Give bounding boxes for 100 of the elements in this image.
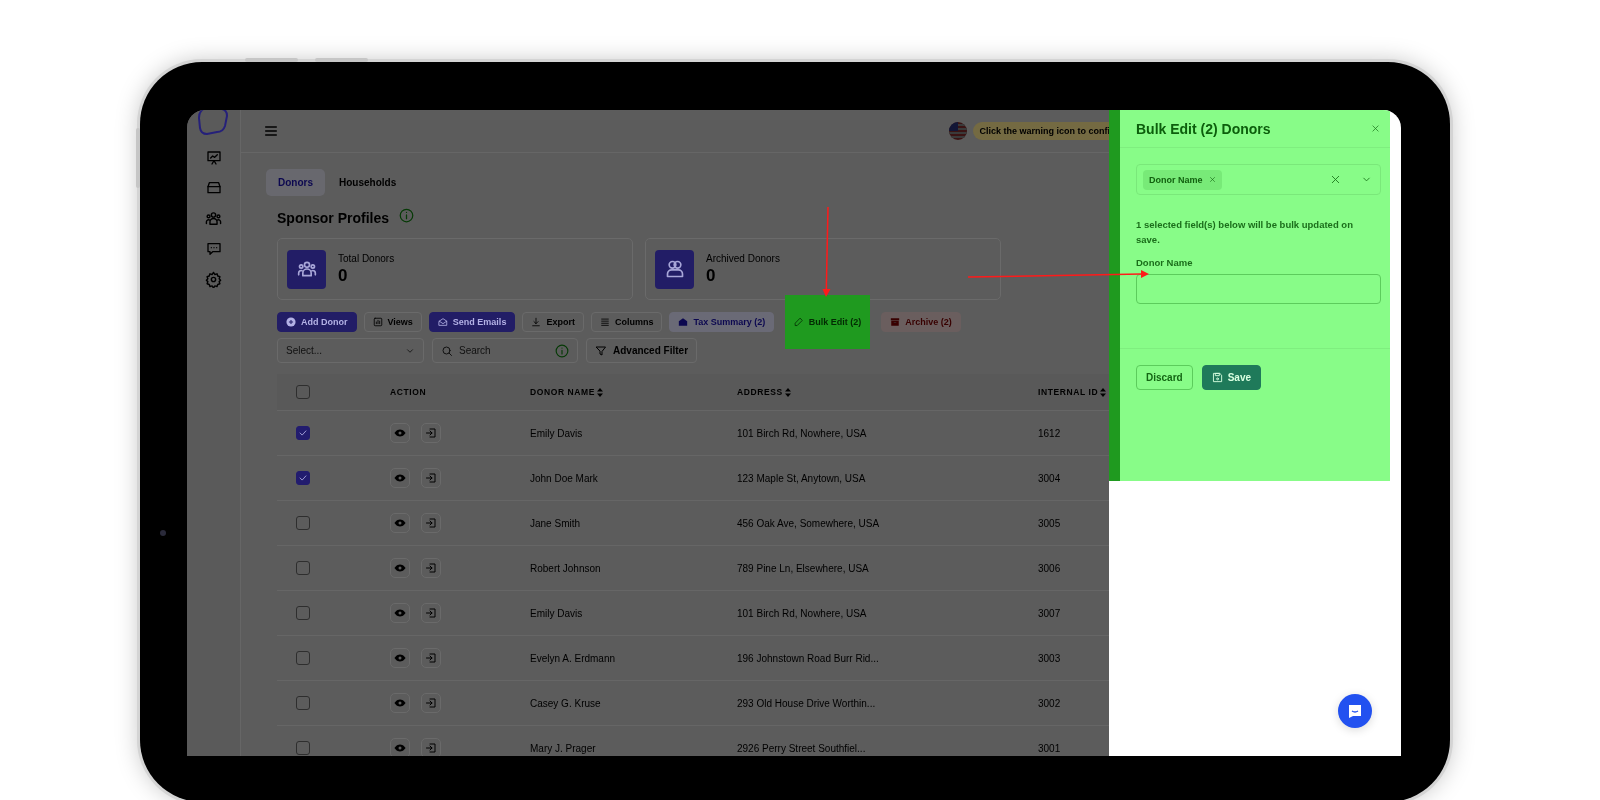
toolbar-button[interactable]: Bulk Edit (2) <box>785 295 871 349</box>
toolbar-button[interactable]: Tax Summary (2) <box>669 312 775 332</box>
row-checkbox[interactable] <box>296 606 310 620</box>
row-checkbox[interactable] <box>296 651 310 665</box>
table-cell: Robert Johnson <box>529 545 736 591</box>
plus-circle-icon <box>286 317 296 327</box>
info-icon <box>399 208 415 223</box>
row-checkbox[interactable] <box>296 561 310 575</box>
login-button[interactable] <box>421 513 441 533</box>
login-button[interactable] <box>421 693 441 713</box>
view-button[interactable] <box>390 558 410 578</box>
table-cell: 123 Maple St, Anytown, USA <box>736 455 1037 501</box>
table-cell: John Doe Mark <box>529 455 736 501</box>
search-field[interactable]: Search <box>432 338 578 363</box>
view-button[interactable] <box>390 423 410 443</box>
table-cell: 101 Birch Rd, Nowhere, USA <box>736 590 1037 636</box>
sort-icon <box>597 387 604 397</box>
presentation-chart-icon <box>205 150 222 166</box>
view-button[interactable] <box>390 513 410 533</box>
eye-icon <box>394 472 406 484</box>
table-cell: Emily Davis <box>529 410 736 456</box>
view-button[interactable] <box>390 693 410 713</box>
table-cell: Evelyn A. Erdmann <box>529 635 736 681</box>
input-field[interactable] <box>1136 274 1381 304</box>
table-cell: 101 Birch Rd, Nowhere, USA <box>736 410 1037 456</box>
view-button[interactable] <box>390 603 410 623</box>
table-cell: 789 Pine Ln, Elsewhere, USA <box>736 545 1037 591</box>
table-cell: 2926 Perry Street Southfiel... <box>736 725 1037 756</box>
eye-icon <box>394 652 406 664</box>
list-icon <box>599 317 610 327</box>
logo-icon <box>197 110 230 136</box>
stat-value: 0 <box>338 265 349 286</box>
sign-in-icon <box>425 427 437 439</box>
view-button[interactable] <box>390 738 410 756</box>
login-button[interactable] <box>421 603 441 623</box>
eye-icon <box>394 517 406 529</box>
toolbar-button[interactable]: Export <box>522 312 584 332</box>
warning-message: Click the warning icon to confi <box>973 122 1110 140</box>
stat-label: Total Donors <box>338 252 395 264</box>
flag-icon[interactable] <box>949 122 968 140</box>
toolbar-button[interactable]: Views <box>363 312 422 332</box>
two-people-icon <box>664 259 685 279</box>
bar-chart-icon <box>372 317 383 327</box>
discard-button[interactable]: Discard <box>1136 365 1193 390</box>
eye-icon <box>394 697 406 709</box>
column-header[interactable]: ADDRESS <box>737 387 791 397</box>
view-button[interactable] <box>390 648 410 668</box>
chat-bubble-icon <box>205 241 222 257</box>
settings-icon <box>205 271 222 288</box>
download-icon <box>531 317 542 327</box>
login-button[interactable] <box>421 738 441 756</box>
toolbar-button[interactable]: Send Emails <box>428 312 516 332</box>
sign-in-icon <box>425 607 437 619</box>
table-cell: 293 Old House Drive Worthin... <box>736 680 1037 726</box>
info-text: 1 selected field(s) below will be bulk updated on save. <box>1136 218 1354 247</box>
column-header[interactable]: INTERNAL ID <box>1038 387 1107 397</box>
view-button[interactable] <box>390 468 410 488</box>
table-cell: Jane Smith <box>529 500 736 546</box>
archive-box-icon <box>890 317 901 327</box>
clear-icon <box>1330 174 1341 185</box>
tab[interactable]: Households <box>327 169 409 196</box>
save-button[interactable]: Save <box>1201 365 1262 390</box>
toolbar-button[interactable]: Add Donor <box>277 312 357 332</box>
row-checkbox[interactable] <box>296 516 310 530</box>
column-header[interactable]: DONOR NAME <box>530 387 604 397</box>
toolbar-button[interactable]: Columns <box>590 312 663 332</box>
field-picker[interactable]: Donor Name <box>1136 164 1381 195</box>
drawer-title: Bulk Edit (2) Donors <box>1136 120 1271 137</box>
select-all-checkbox[interactable] <box>296 385 310 399</box>
chat-button[interactable] <box>1338 694 1372 728</box>
sort-icon <box>1100 387 1107 397</box>
login-button[interactable] <box>421 423 441 443</box>
close-button[interactable] <box>1371 124 1380 133</box>
login-button[interactable] <box>421 558 441 578</box>
chat-icon <box>1347 703 1363 719</box>
sign-in-icon <box>425 517 437 529</box>
login-button[interactable] <box>421 648 441 668</box>
login-button[interactable] <box>421 468 441 488</box>
row-checkbox[interactable] <box>296 471 310 485</box>
filter-icon <box>595 344 607 357</box>
table-cell: Casey G. Kruse <box>529 680 736 726</box>
close-icon <box>1371 124 1380 133</box>
select-dropdown[interactable]: Select... <box>277 338 424 363</box>
stat-value: 0 <box>706 265 717 286</box>
sign-in-icon <box>425 472 437 484</box>
camera-dot <box>160 530 166 536</box>
check-icon <box>298 473 308 483</box>
row-checkbox[interactable] <box>296 741 310 755</box>
sign-in-icon <box>425 562 437 574</box>
pencil-icon <box>794 317 804 327</box>
sort-icon <box>784 387 791 397</box>
tab[interactable]: Donors <box>266 169 325 196</box>
advanced-filter-button[interactable]: Advanced Filter <box>586 338 698 363</box>
row-checkbox[interactable] <box>296 426 310 440</box>
selected-tag[interactable]: Donor Name <box>1143 169 1222 190</box>
table-cell: Mary J. Prager <box>529 725 736 756</box>
row-checkbox[interactable] <box>296 696 310 710</box>
eye-icon <box>394 427 406 439</box>
toolbar-button[interactable]: Archive (2) <box>881 312 961 332</box>
eye-icon <box>394 607 406 619</box>
